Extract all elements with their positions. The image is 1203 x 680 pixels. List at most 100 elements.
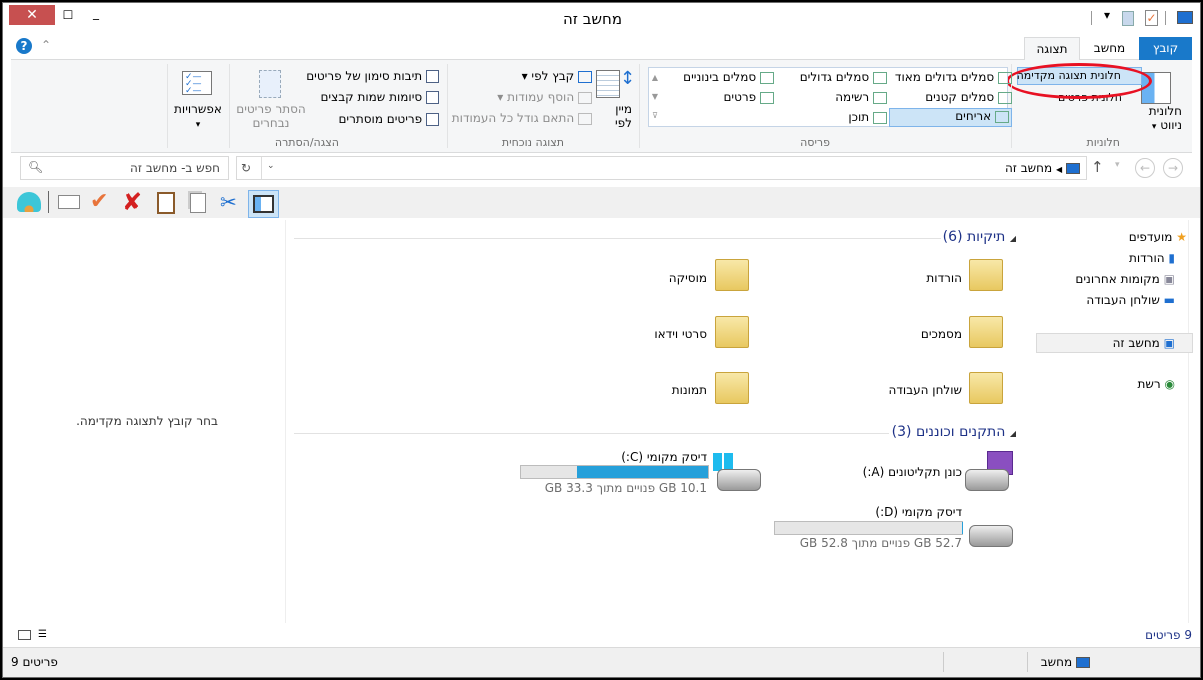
new-folder-icon[interactable] (1122, 11, 1134, 26)
layout-large-icons[interactable]: סמלים גדולים (800, 70, 887, 84)
pictures-folder-icon[interactable] (715, 372, 749, 404)
cut-icon[interactable]: ✂ (220, 190, 237, 214)
label: תיבות סימון של פריטים (306, 69, 423, 83)
label: סמלים קטנים (925, 90, 995, 104)
divider (285, 220, 286, 623)
checkbox[interactable] (426, 70, 439, 83)
folders-group-header[interactable]: ◢ תיקיות (6) (943, 229, 1016, 245)
hide-selected-button[interactable]: הסתר פריטים נבחרים (235, 102, 307, 130)
item-checkboxes-toggle[interactable]: תיבות סימון של פריטים (306, 69, 439, 83)
videos-folder-icon[interactable] (715, 316, 749, 348)
large-icons-view-icon[interactable] (18, 630, 31, 640)
drives-group-header[interactable]: ◢ התקנים וכוננים (3) (892, 424, 1016, 440)
preview-pane-toggle[interactable] (248, 190, 279, 218)
breadcrumb-this-pc[interactable]: מחשב זה (1005, 161, 1052, 175)
layout-tiles[interactable]: אריחים (889, 108, 1012, 127)
nav-favorites[interactable]: ★ מועדפים (1129, 230, 1187, 244)
status-bar: פריטים 9 מחשב (3, 647, 1200, 677)
divider (294, 433, 889, 434)
drive-c-usage-bar (520, 465, 709, 479)
group-by-button[interactable]: קבץ לפי ▾ (522, 69, 592, 83)
collapse-icon[interactable]: ◢ (1010, 429, 1016, 438)
maximize-button[interactable]: ☐ (55, 5, 81, 25)
navigation-pane-button[interactable]: חלונית ניווט ▾ (1142, 104, 1182, 134)
tab-view[interactable]: תצוגה (1024, 37, 1080, 61)
nav-network[interactable]: ◉ רשת (1138, 377, 1175, 391)
folder-pictures[interactable]: תמונות (672, 383, 707, 397)
status-items: פריטים 9 (11, 655, 58, 669)
folder-downloads[interactable]: הורדות (926, 271, 962, 285)
desktop-icon: ▬ (1163, 293, 1175, 307)
downloads-folder-icon[interactable] (969, 259, 1003, 291)
tab-file[interactable]: קובץ (1139, 37, 1192, 61)
desktop-folder-icon[interactable] (969, 372, 1003, 404)
local-disk-c-icon[interactable] (717, 469, 761, 491)
close-button[interactable]: ✕ (9, 5, 55, 25)
label: התקנים וכוננים (3) (891, 424, 1006, 440)
collapse-ribbon-icon[interactable]: ⌃ (41, 38, 51, 52)
nav-desktop[interactable]: ▬ שולחן העבודה (1086, 293, 1175, 307)
drive-a[interactable]: כונן תקליטונים (A:) (863, 465, 962, 479)
nav-recent-places[interactable]: ▣ מקומות אחרונים (1075, 272, 1175, 286)
add-columns-button[interactable]: הוסף עמודות ▾ (497, 90, 592, 104)
search-box[interactable]: 🔍︎ חפש ב- מחשב זה (20, 156, 229, 180)
gallery-scroll[interactable]: ▲ ▼ ⊽ (649, 68, 661, 126)
paste-icon[interactable] (157, 192, 175, 214)
label: מחשב זה (1112, 336, 1160, 350)
documents-folder-icon[interactable] (969, 316, 1003, 348)
collapse-icon[interactable]: ◢ (1010, 234, 1016, 243)
folder-videos[interactable]: סרטי וידאו (654, 327, 707, 341)
help-icon[interactable]: ? (16, 38, 32, 54)
checkbox[interactable] (426, 91, 439, 104)
copy-icon[interactable] (190, 193, 206, 213)
folder-music[interactable]: מוסיקה (669, 271, 707, 285)
floppy-drive-icon[interactable] (965, 469, 1009, 491)
size-columns-button[interactable]: התאם גודל כל העמודות (452, 111, 592, 125)
folder-documents[interactable]: מסמכים (921, 327, 962, 341)
file-extensions-toggle[interactable]: סיומות שמות קבצים (320, 90, 439, 104)
sort-arrows-icon: ↕ (620, 68, 636, 89)
properties-icon[interactable]: ✓ (1145, 10, 1158, 26)
layout-list[interactable]: רשימה (835, 90, 887, 104)
classic-shell-icon[interactable] (17, 192, 41, 212)
options-button[interactable]: אפשרויות ▾ (174, 102, 222, 132)
delete-icon[interactable]: ✘ (122, 188, 142, 216)
minimize-button[interactable]: _ (83, 3, 109, 23)
layout-extra-large-icons[interactable]: סמלים גדולים מאוד (895, 70, 1012, 84)
folder-desktop[interactable]: שולחן העבודה (889, 383, 962, 397)
nav-downloads[interactable]: ▮ הורדות (1129, 251, 1175, 265)
checkbox[interactable] (426, 113, 439, 126)
customize-quick-access[interactable]: ▾ (1104, 8, 1110, 22)
sort-by-button[interactable]: מיין לפי (602, 102, 632, 130)
search-input[interactable]: חפש ב- מחשב זה (130, 161, 220, 175)
properties-check-icon[interactable]: ✔ (90, 189, 108, 214)
forward-button[interactable]: → (1163, 158, 1183, 178)
details-view-icon[interactable]: ☰ (38, 629, 47, 640)
computer-icon (1177, 11, 1193, 24)
recent-places-icon: ▣ (1163, 272, 1175, 286)
layout-small-icons[interactable]: סמלים קטנים (925, 90, 1012, 104)
tab-computer[interactable]: מחשב (1082, 37, 1137, 61)
divider (167, 64, 168, 148)
music-folder-icon[interactable] (715, 259, 749, 291)
refresh-icon[interactable]: ↻ (241, 161, 251, 175)
breadcrumb[interactable]: ◀ מחשב זה (1005, 161, 1080, 175)
layout-details[interactable]: פרטים (723, 90, 774, 104)
recent-locations-dropdown[interactable]: ▾ (1115, 160, 1120, 170)
group-label-show-hide: הצגה/הסתרה (274, 136, 339, 149)
email-icon[interactable] (58, 195, 80, 209)
label: התאם גודל כל העמודות (451, 111, 575, 125)
columns-icon (578, 91, 592, 104)
drive-c[interactable]: דיסק מקומי (C:) (621, 450, 707, 464)
back-button[interactable]: ← (1135, 158, 1155, 178)
up-button[interactable]: ↑ (1091, 158, 1104, 176)
address-dropdown[interactable]: ⌄ (267, 161, 275, 171)
layout-medium-icons[interactable]: סמלים בינוניים (683, 70, 774, 84)
local-disk-d-icon[interactable] (969, 525, 1013, 547)
address-bar[interactable]: ↻ ⌄ ◀ מחשב זה (236, 156, 1087, 180)
group-label-panes: חלוניות (1086, 136, 1120, 149)
layout-content[interactable]: תוכן (848, 110, 887, 124)
nav-this-pc-label[interactable]: ▣ מחשב זה (1113, 336, 1175, 350)
drive-d[interactable]: דיסק מקומי (D:) (875, 505, 962, 519)
hidden-items-toggle[interactable]: פריטים מוסתרים (338, 112, 439, 126)
